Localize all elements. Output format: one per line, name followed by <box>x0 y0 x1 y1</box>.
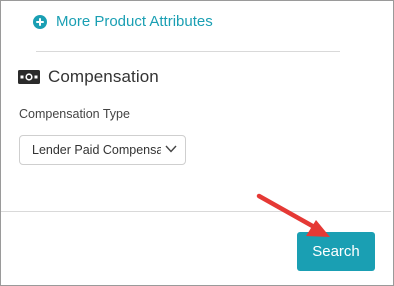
search-button[interactable]: Search <box>297 232 375 271</box>
section-divider <box>36 51 340 52</box>
plus-circle-icon <box>33 14 47 29</box>
compensation-heading: Compensation <box>18 67 159 87</box>
more-product-attributes-link[interactable]: More Product Attributes <box>33 13 213 30</box>
compensation-title: Compensation <box>48 67 159 86</box>
compensation-type-label: Compensation Type <box>19 107 130 121</box>
compensation-type-value: Lender Paid Compensa <box>32 143 161 157</box>
chevron-down-icon <box>165 145 177 153</box>
money-icon <box>18 70 40 84</box>
more-product-attributes-label: More Product Attributes <box>56 13 213 30</box>
compensation-type-select[interactable]: Lender Paid Compensa <box>19 135 186 165</box>
footer-divider <box>1 211 391 212</box>
